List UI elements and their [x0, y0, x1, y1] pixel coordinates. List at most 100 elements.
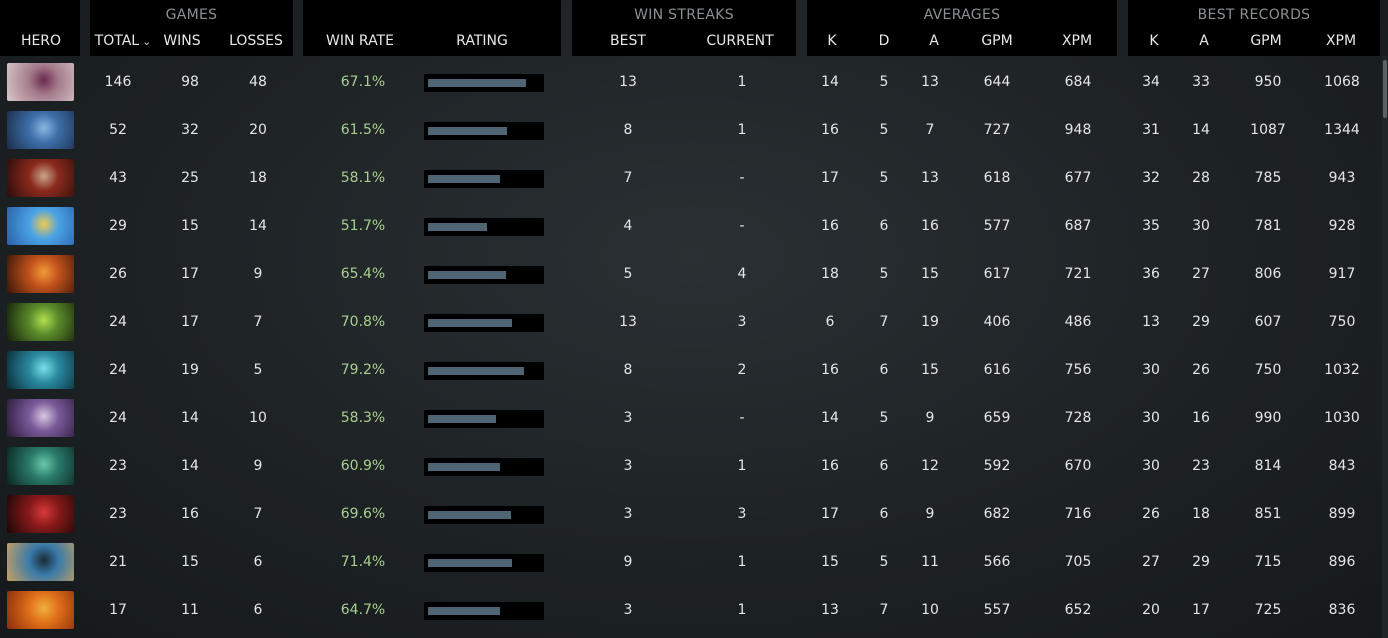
best-kills-cell: 30	[1142, 410, 1160, 426]
rating-bar-fill	[428, 607, 500, 615]
current-streak-cell: -	[739, 170, 745, 186]
column-header-avg-xpm[interactable]: XPM	[1055, 33, 1099, 49]
best-xpm-cell: 917	[1328, 266, 1356, 282]
hero-portrait[interactable]	[7, 159, 74, 197]
column-header-rating[interactable]: RATING	[446, 33, 518, 49]
avg-xpm-cell: 721	[1064, 266, 1092, 282]
hero-portrait[interactable]	[7, 351, 74, 389]
best-kills-cell: 30	[1142, 362, 1160, 378]
avg-xpm-cell: 728	[1064, 410, 1092, 426]
win-rate-cell: 79.2%	[340, 362, 386, 378]
avg-kills-cell: 16	[821, 458, 839, 474]
best-kills-cell: 30	[1142, 458, 1160, 474]
total-games-cell: 24	[109, 314, 127, 330]
hero-portrait[interactable]	[7, 399, 74, 437]
table-row[interactable]: 21 15 6 71.4% 9 1 15 5 11 566 705 27 29 715 896	[0, 539, 1380, 587]
avg-deaths-cell: 5	[879, 554, 889, 570]
table-row[interactable]: 24 19 5 79.2% 8 2 16 6 15 616 756 30 26 750 1032	[0, 347, 1380, 395]
best-xpm-cell: 899	[1328, 506, 1356, 522]
losses-cell: 7	[253, 314, 263, 330]
column-header-total[interactable]: TOTAL ⌄	[90, 33, 156, 49]
table-row[interactable]: 26 17 9 65.4% 5 4 18 5 15 617 721 36 27 806 917	[0, 251, 1380, 299]
current-streak-cell: 3	[737, 314, 747, 330]
win-rate-cell: 69.6%	[340, 506, 386, 522]
column-header-avg-assists[interactable]: A	[920, 33, 948, 49]
avg-deaths-cell: 5	[879, 266, 889, 282]
table-row[interactable]: 146 98 48 67.1% 13 1 14 5 13 644 684 34 33 950 1068	[0, 59, 1380, 107]
rating-bar-fill	[428, 319, 512, 327]
column-header-best-xpm[interactable]: XPM	[1319, 33, 1363, 49]
table-row[interactable]: 52 32 20 61.5% 8 1 16 5 7 727 948 31 14 1087 1344	[0, 107, 1380, 155]
rating-bar	[424, 602, 544, 620]
hero-portrait[interactable]	[7, 207, 74, 245]
hero-portrait[interactable]	[7, 447, 74, 485]
losses-cell: 20	[249, 122, 267, 138]
avg-deaths-cell: 7	[879, 602, 889, 618]
column-header-win-rate[interactable]: WIN RATE	[318, 33, 402, 49]
current-streak-cell: 1	[737, 122, 747, 138]
best-streak-cell: 13	[619, 74, 637, 90]
avg-deaths-cell: 5	[879, 170, 889, 186]
column-header-wins[interactable]: WINS	[160, 33, 204, 49]
table-row[interactable]: 24 17 7 70.8% 13 3 6 7 19 406 486 13 29 607 750	[0, 299, 1380, 347]
avg-gpm-cell: 616	[983, 362, 1011, 378]
best-xpm-cell: 750	[1328, 314, 1356, 330]
total-games-cell: 21	[109, 554, 127, 570]
table-row[interactable]: 29 15 14 51.7% 4 - 16 6 16 577 687 35 30 781 928	[0, 203, 1380, 251]
scrollbar-track[interactable]	[1382, 56, 1388, 638]
hero-portrait[interactable]	[7, 63, 74, 101]
avg-kills-cell: 6	[825, 314, 835, 330]
column-header-avg-deaths[interactable]: D	[870, 33, 898, 49]
rating-bar-fill	[428, 175, 500, 183]
table-row[interactable]: 23 14 9 60.9% 3 1 16 6 12 592 670 30 23 814 843	[0, 443, 1380, 491]
rating-bar	[424, 170, 544, 188]
avg-assists-cell: 13	[921, 170, 939, 186]
avg-xpm-cell: 756	[1064, 362, 1092, 378]
total-games-cell: 29	[109, 218, 127, 234]
losses-cell: 18	[249, 170, 267, 186]
win-rate-cell: 71.4%	[340, 554, 386, 570]
avg-xpm-cell: 716	[1064, 506, 1092, 522]
hero-portrait[interactable]	[7, 255, 74, 293]
total-games-cell: 24	[109, 362, 127, 378]
best-assists-cell: 28	[1192, 170, 1210, 186]
avg-assists-cell: 12	[921, 458, 939, 474]
hero-portrait[interactable]	[7, 303, 74, 341]
hero-portrait[interactable]	[7, 495, 74, 533]
column-header-best-assists[interactable]: A	[1190, 33, 1218, 49]
rating-bar-fill	[428, 223, 487, 231]
rating-bar	[424, 122, 544, 140]
hero-portrait[interactable]	[7, 543, 74, 581]
column-header-current-streak[interactable]: CURRENT	[700, 33, 780, 49]
column-header-avg-gpm[interactable]: GPM	[975, 33, 1019, 49]
avg-deaths-cell: 6	[879, 362, 889, 378]
losses-cell: 6	[253, 602, 263, 618]
best-streak-cell: 4	[623, 218, 633, 234]
group-title-win-streaks: WIN STREAKS	[634, 7, 734, 23]
hero-portrait[interactable]	[7, 111, 74, 149]
column-header-best-streak[interactable]: BEST	[600, 33, 656, 49]
current-streak-cell: 1	[737, 458, 747, 474]
wins-cell: 14	[181, 458, 199, 474]
scrollbar-thumb[interactable]	[1383, 60, 1387, 118]
avg-deaths-cell: 5	[879, 74, 889, 90]
table-row[interactable]: 17 11 6 64.7% 3 1 13 7 10 557 652 20 17 725 836	[0, 587, 1380, 635]
best-kills-cell: 34	[1142, 74, 1160, 90]
avg-deaths-cell: 6	[879, 506, 889, 522]
hero-portrait[interactable]	[7, 591, 74, 629]
best-gpm-cell: 851	[1254, 506, 1282, 522]
table-row[interactable]: 23 16 7 69.6% 3 3 17 6 9 682 716 26 18 851 899	[0, 491, 1380, 539]
column-header-hero[interactable]: HERO	[0, 33, 82, 49]
column-header-best-gpm[interactable]: GPM	[1244, 33, 1288, 49]
column-header-best-kills[interactable]: K	[1140, 33, 1168, 49]
current-streak-cell: 1	[737, 74, 747, 90]
table-row[interactable]: 24 14 10 58.3% 3 - 14 5 9 659 728 30 16 990 1030	[0, 395, 1380, 443]
win-rate-cell: 58.3%	[340, 410, 386, 426]
avg-gpm-cell: 566	[983, 554, 1011, 570]
rating-bar-fill	[428, 271, 506, 279]
table-row[interactable]: 43 25 18 58.1% 7 - 17 5 13 618 677 32 28 785 943	[0, 155, 1380, 203]
best-streak-cell: 3	[623, 506, 633, 522]
column-header-avg-kills[interactable]: K	[818, 33, 846, 49]
wins-cell: 32	[181, 122, 199, 138]
column-header-losses[interactable]: LOSSES	[226, 33, 286, 49]
